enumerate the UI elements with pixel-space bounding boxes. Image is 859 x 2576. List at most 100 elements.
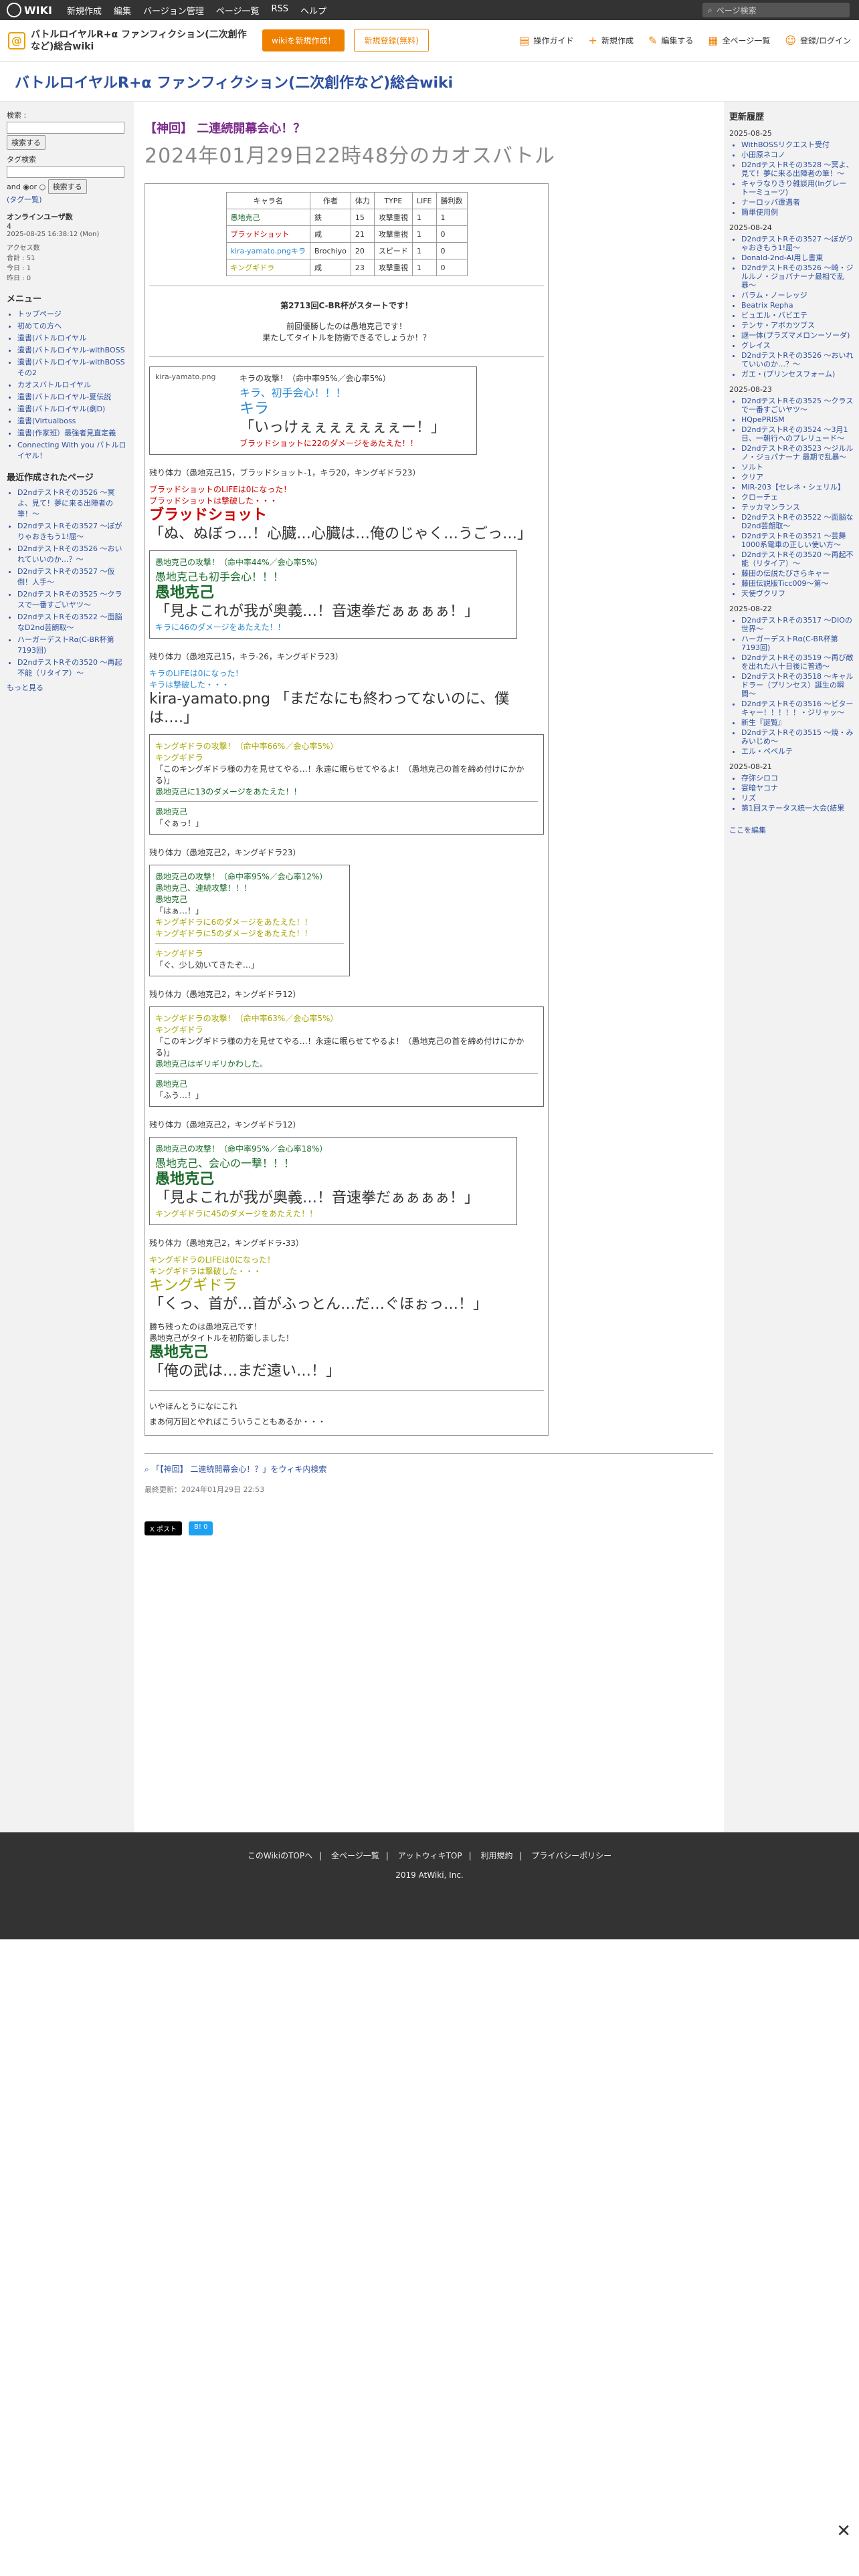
recent-page-item[interactable]: D2ndテストRその3525 〜クラスで一番すごいヤツ〜 xyxy=(17,588,127,610)
update-item[interactable]: ガエ・(プリンセスフォーム) xyxy=(741,370,854,379)
update-item[interactable]: エル・ペペルテ xyxy=(741,747,854,756)
edit-link[interactable]: ✎ 編集する xyxy=(648,34,693,47)
close-icon[interactable]: ✕ xyxy=(836,2521,851,2541)
update-item[interactable]: HQpePRISM xyxy=(741,415,854,424)
update-item[interactable]: D2ndテストRその3519 〜再び敵を出れた八十日後に普通〜 xyxy=(741,653,854,671)
update-item[interactable]: D2ndテストRその3523 〜ジルルノ・ジョパナーナ 最期で乱暴〜 xyxy=(741,444,854,461)
update-item[interactable]: ビュエル・バビエテ xyxy=(741,311,854,320)
register-button[interactable]: 新規登録(無料) xyxy=(354,29,429,52)
recent-page-item[interactable]: D2ndテストRその3526 〜冥よ、見て！夢に来る出陣者の筆！〜 xyxy=(17,487,127,519)
update-item[interactable]: キャラなりきり雑談用(Inグレート一ミューツ) xyxy=(741,179,854,197)
guide-link[interactable]: ▤ 操作ガイド xyxy=(519,34,573,47)
recent-page-item[interactable]: D2ndテストRその3526 〜おいれていいのか…？〜 xyxy=(17,543,127,564)
update-item[interactable]: Beatrix Repha xyxy=(741,301,854,310)
or-radio[interactable]: ◉ xyxy=(23,183,29,191)
recent-page-item[interactable]: D2ndテストRその3527 〜仮倒！人手〜 xyxy=(17,566,127,587)
sidebar-menu-item[interactable]: 遺書(バトルロイヤル(劇D) xyxy=(17,403,127,414)
more-link[interactable]: もっと見る xyxy=(7,682,127,693)
hatena-button[interactable]: B! 0 xyxy=(189,1521,213,1535)
update-item[interactable]: D2ndテストRその3528 〜冥よ、見て！夢に来る出陣者の筆！〜 xyxy=(741,160,854,178)
update-item[interactable]: ハーガーデストRα(C-BR杯第7193回) xyxy=(741,635,854,652)
update-item[interactable]: D2ndテストRその3516 〜ビターキャー！！！！！・ジリャッ〜 xyxy=(741,700,854,717)
update-item[interactable]: D2ndテストRその3524 〜3月1日、一朝行へのプレリュード〜 xyxy=(741,425,854,443)
new-page-link[interactable]: + 新規作成 xyxy=(589,34,634,47)
update-item[interactable]: D2ndテストRその3520 〜再起不能（リタイア）〜 xyxy=(741,550,854,568)
update-item[interactable]: グレイス xyxy=(741,341,854,350)
sidebar-menu-item[interactable]: 遺書(バトルロイヤル xyxy=(17,332,127,343)
site-icon: @ xyxy=(8,31,25,49)
update-item[interactable]: バラム・ノーレッジ xyxy=(741,291,854,300)
footer-link[interactable]: 全ページ一覧 xyxy=(331,1851,379,1860)
site-brand[interactable]: @ バトルロイヤルR+α ファンフィクション(二次創作 など)総合wiki xyxy=(8,29,262,53)
top-nav-bar: WIKI 新規作成 編集 バージョン管理 ページ一覧 RSS ヘルプ ⌕ ページ検… xyxy=(0,0,859,20)
menu-rss[interactable]: RSS xyxy=(271,4,288,17)
sidebar-search-input[interactable] xyxy=(7,122,124,134)
wiki-search-link[interactable]: ⌕ 「【神回】 二連続開幕会心！？」をウィキ内検索 xyxy=(145,1463,713,1475)
update-item[interactable]: 藤田伝説版Ticc009〜第〜 xyxy=(741,579,854,588)
sidebar-menu-item[interactable]: 初めての方へ xyxy=(17,320,127,331)
tag-list-link[interactable]: (タグ一覧) xyxy=(7,194,127,205)
recent-page-item[interactable]: D2ndテストRその3527 〜ぼがりゃおきもう1!屈〜 xyxy=(17,520,127,542)
edit-here-link[interactable]: ここを編集 xyxy=(729,825,854,835)
atwiki-logo[interactable]: WIKI xyxy=(0,3,59,17)
menu-edit[interactable]: 編集 xyxy=(114,4,131,17)
and-radio[interactable]: ○ xyxy=(39,183,46,191)
update-item[interactable]: 第1回ステータス統一大会(結果 xyxy=(741,804,854,813)
update-item[interactable]: クローチェ xyxy=(741,493,854,502)
tag-search-input[interactable] xyxy=(7,166,124,178)
sidebar-menu-item[interactable]: Connecting With you バトルロイヤル！ xyxy=(17,439,127,461)
update-item[interactable]: D2ndテストRその3517 〜DIOの世界〜 xyxy=(741,616,854,633)
update-item[interactable]: D2ndテストRその3515 〜焼・みみいじめ〜 xyxy=(741,728,854,746)
recent-page-item[interactable]: ハーガーデストRα(C-BR杯第7193回) xyxy=(17,634,127,655)
update-item[interactable]: 小田原ネコノ xyxy=(741,150,854,159)
footer-link[interactable]: アットウィキTOP xyxy=(398,1851,462,1860)
update-item[interactable]: D2ndテストRその3522 〜面脳なD2nd芸朗取〜 xyxy=(741,513,854,530)
sidebar-menu-item[interactable]: 遺書(バトルロイヤル-withBOSSその2 xyxy=(17,356,127,378)
update-item[interactable]: WithBOSSリクエスト受付 xyxy=(741,140,854,149)
update-item[interactable]: D2ndテストRその3526 〜おいれていいのか…？〜 xyxy=(741,351,854,368)
update-item[interactable]: Donald-2nd-AI用し書東 xyxy=(741,253,854,262)
recent-page-item[interactable]: D2ndテストRその3520 〜再起不能（リタイア）〜 xyxy=(17,657,127,678)
update-item[interactable]: テンサ・アボカツブス xyxy=(741,321,854,330)
update-item[interactable]: 宴暗ヤコナ xyxy=(741,784,854,792)
create-wiki-button[interactable]: wikiを新規作成！ xyxy=(262,29,345,51)
footer-link[interactable]: プライバシーポリシー xyxy=(531,1851,611,1860)
update-item[interactable]: D2ndテストRその3525 〜クラスで一番すごいヤツ〜 xyxy=(741,397,854,414)
update-item[interactable]: 存弥シロコ xyxy=(741,774,854,782)
tag-search-button[interactable]: 検索する xyxy=(47,179,87,194)
sidebar-menu-item[interactable]: 遺書(Virtualboss xyxy=(17,415,127,426)
update-item[interactable]: 簡単使用例 xyxy=(741,208,854,217)
update-item[interactable]: ナーロッパ遭遇者 xyxy=(741,198,854,207)
update-item[interactable]: クリア xyxy=(741,473,854,481)
update-item[interactable]: D2ndテストRその3521 〜芸舞1000系電車の正しい使い方〜 xyxy=(741,532,854,549)
sidebar-menu-item[interactable]: 遺書(作家班）最強者見直定義 xyxy=(17,427,127,438)
update-item[interactable]: D2ndテストRその3518 〜キャルドラー（プリンセス）誕生の瞬間〜 xyxy=(741,672,854,698)
sidebar-menu-item[interactable]: カオスバトルロイヤル xyxy=(17,379,127,390)
update-item[interactable]: 藤田の伝説たびさらキャー xyxy=(741,569,854,578)
menu-new[interactable]: 新規作成 xyxy=(67,4,102,17)
page-search-input[interactable]: ⌕ ページ検索 xyxy=(702,3,850,17)
x-post-button[interactable]: X ポスト xyxy=(145,1521,183,1535)
update-item[interactable]: ソルト xyxy=(741,463,854,471)
sidebar-menu-item[interactable]: トップページ xyxy=(17,308,127,319)
menu-pages[interactable]: ページ一覧 xyxy=(216,4,260,17)
update-item[interactable]: リズ xyxy=(741,794,854,802)
login-link[interactable]: ☺ 登録/ログイン xyxy=(785,34,851,47)
update-item[interactable]: 謎一体(プラズマメロンーソーダ) xyxy=(741,331,854,340)
menu-help[interactable]: ヘルプ xyxy=(300,4,326,17)
update-item[interactable]: MIR-203【セレネ・シェリル】 xyxy=(741,483,854,492)
update-item[interactable]: テッカマンランス xyxy=(741,503,854,512)
update-item[interactable]: D2ndテストRその3526 〜崎・ジルルノ・ジョパナーナ最相で乱暴〜 xyxy=(741,263,854,290)
update-item[interactable]: D2ndテストRその3527 〜ぼがりゃおきもう1!屈〜 xyxy=(741,235,854,252)
update-item[interactable]: 天使ヴクリフ xyxy=(741,589,854,598)
footer-link[interactable]: このWikiのTOPへ xyxy=(248,1851,312,1860)
footer-link[interactable]: 利用規約 xyxy=(480,1851,512,1860)
sidebar-menu-item[interactable]: 遺書(バトルロイヤル-夏伝説 xyxy=(17,391,127,402)
recent-page-item[interactable]: D2ndテストRその3522 〜面脳なD2nd芸朗取〜 xyxy=(17,611,127,633)
sidebar-search-button[interactable]: 検索する xyxy=(7,135,45,150)
menu-version[interactable]: バージョン管理 xyxy=(143,4,204,17)
wiki-title[interactable]: バトルロイヤルR+α ファンフィクション(二次創作など)総合wiki xyxy=(0,62,859,102)
all-pages-link[interactable]: ▦ 全ページ一覧 xyxy=(708,34,770,47)
sidebar-menu-item[interactable]: 遺書(バトルロイヤル-withBOSS xyxy=(17,344,127,355)
update-item[interactable]: 新生『誕覧』 xyxy=(741,718,854,727)
